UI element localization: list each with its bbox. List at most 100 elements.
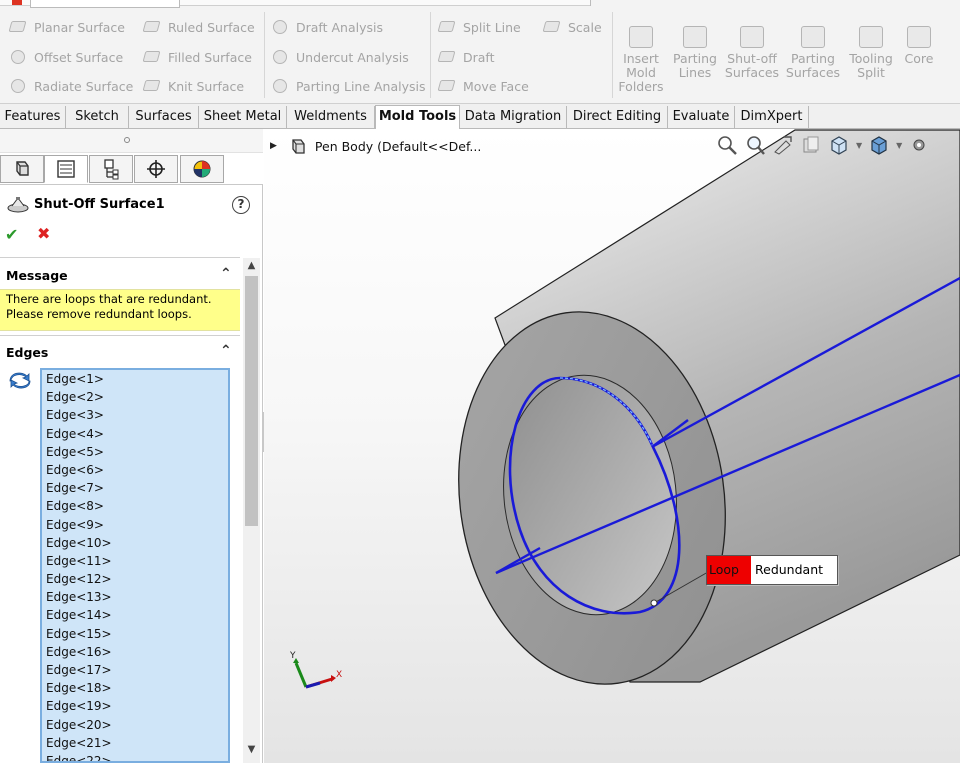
scroll-down-icon[interactable]: ▼ [245,744,258,758]
list-item[interactable]: Edge<19> [42,697,228,715]
list-item[interactable]: Edge<7> [42,479,228,497]
list-item[interactable]: Edge<2> [42,388,228,406]
edges-selection-list[interactable]: Edge<1> Edge<2> Edge<3> Edge<4> Edge<5> Edge<… [40,368,230,763]
insert-mold-folders-button[interactable]: Insert Mold Folders [612,26,670,94]
zoom-to-fit-icon[interactable] [716,134,738,156]
leader-dot [650,599,658,607]
panel-collapse-strip[interactable] [0,129,263,153]
move-face-button[interactable]: Move Face [437,76,529,96]
message-box: There are loops that are redundant. Plea… [0,289,240,331]
shut-off-surfaces-button[interactable]: Shut-off Surfaces [723,26,781,80]
chevron-up-icon[interactable]: ⌃ [220,266,232,282]
parting-line-analysis-button[interactable]: Parting Line Analysis [270,76,426,96]
filled-surface-button[interactable]: Filled Surface [142,47,252,67]
parting-lines-label-2: Lines [678,65,712,80]
expand-arrow-icon[interactable]: ▶ [270,141,277,151]
previous-view-icon[interactable] [772,134,794,156]
knit-surface-button[interactable]: Knit Surface [142,76,244,96]
command-manager-tabs: Features Sketch Surfaces Sheet Metal Wel… [0,104,960,130]
tooling-split-button[interactable]: Tooling Split [842,26,900,80]
zoom-to-area-icon[interactable] [744,134,766,156]
configuration-manager-tab[interactable] [89,155,133,183]
list-item[interactable]: Edge<22> [42,752,228,761]
graphics-area[interactable]: ▶ Pen Body (Default<<Def... ▼ ▼ Loop Red… [264,129,960,763]
parting-surfaces-icon [801,26,825,48]
list-item[interactable]: Edge<16> [42,643,228,661]
section-view-icon[interactable] [800,134,822,156]
feature-tree-flyout[interactable]: ▶ Pen Body (Default<<Def... [270,137,481,155]
part-icon [292,139,305,154]
display-style-icon[interactable] [868,134,890,156]
list-item[interactable]: Edge<11> [42,552,228,570]
tab-evaluate[interactable]: Evaluate [668,106,735,129]
scale-button[interactable]: Scale [542,17,602,37]
loop-status-callout: Loop Redundant [706,555,838,585]
chevron-down-icon[interactable]: ▼ [856,141,862,150]
chevron-down-icon[interactable]: ▼ [896,141,902,150]
list-item[interactable]: Edge<17> [42,661,228,679]
list-item[interactable]: Edge<20> [42,716,228,734]
tab-mold-tools[interactable]: Mold Tools [375,105,460,130]
hide-show-items-icon[interactable] [908,134,930,156]
panel-scrollbar[interactable]: ▲ ▼ [243,258,260,763]
list-item[interactable]: Edge<10> [42,534,228,552]
property-manager-tab[interactable] [44,155,88,183]
list-item[interactable]: Edge<9> [42,516,228,534]
list-item[interactable]: Edge<14> [42,606,228,624]
offset-surface-button[interactable]: Offset Surface [8,47,123,67]
tooling-split-icon [859,26,883,48]
list-item[interactable]: Edge<5> [42,443,228,461]
tab-weldments[interactable]: Weldments [287,106,375,129]
ruled-surface-button[interactable]: Ruled Surface [142,17,255,37]
scroll-thumb[interactable] [245,276,258,526]
split-line-button[interactable]: Split Line [437,17,521,37]
split-line-icon [437,17,457,37]
scroll-up-icon[interactable]: ▲ [245,260,258,274]
undercut-analysis-button[interactable]: Undercut Analysis [270,47,409,67]
list-item[interactable]: Edge<21> [42,734,228,752]
draft-icon [437,47,457,67]
parting-surfaces-label-1: Parting [790,51,835,66]
edges-section-label: Edges [6,345,49,360]
list-item[interactable]: Edge<1> [42,370,228,388]
list-item[interactable]: Edge<18> [42,679,228,697]
parting-surfaces-button[interactable]: Parting Surfaces [784,26,842,80]
triad-y-label: Y [289,651,296,661]
appearance-icon [193,160,211,178]
tab-data-migration[interactable]: Data Migration [460,106,567,129]
tab-surfaces[interactable]: Surfaces [129,106,199,129]
draft-button[interactable]: Draft [437,47,495,67]
planar-surface-button[interactable]: Planar Surface [8,17,125,37]
chevron-up-icon[interactable]: ⌃ [220,343,232,359]
list-item[interactable]: Edge<8> [42,497,228,515]
tab-dimxpert[interactable]: DimXpert [735,106,809,129]
pen-body-model[interactable] [264,129,960,763]
undercut-analysis-icon [270,47,290,67]
list-item[interactable]: Edge<4> [42,425,228,443]
tab-direct-editing[interactable]: Direct Editing [567,106,668,129]
cancel-button[interactable]: ✖ [37,224,50,243]
view-orientation-icon[interactable] [828,134,850,156]
radiate-surface-button[interactable]: Radiate Surface [8,76,133,96]
parting-lines-button[interactable]: Parting Lines [666,26,724,80]
dimxpert-manager-tab[interactable] [134,155,178,183]
display-manager-tab[interactable] [180,155,224,183]
list-item[interactable]: Edge<13> [42,588,228,606]
list-item[interactable]: Edge<6> [42,461,228,479]
parting-line-analysis-label: Parting Line Analysis [296,78,426,94]
list-item[interactable]: Edge<3> [42,406,228,424]
ok-button[interactable]: ✔ [5,225,18,244]
list-item[interactable]: Edge<15> [42,625,228,643]
app-logo-icon [12,0,22,5]
tab-sheet-metal[interactable]: Sheet Metal [199,106,287,129]
parting-line-analysis-icon [270,76,290,96]
tab-sketch[interactable]: Sketch [66,106,129,129]
tab-features[interactable]: Features [0,106,66,129]
list-item[interactable]: Edge<12> [42,570,228,588]
message-section-header[interactable]: Message ⌃ [0,265,240,287]
core-button[interactable]: Core [895,26,943,66]
draft-analysis-button[interactable]: Draft Analysis [270,17,383,37]
feature-manager-tab[interactable] [0,155,44,183]
help-icon[interactable]: ? [232,196,250,214]
edges-section-header[interactable]: Edges ⌃ [0,342,240,364]
